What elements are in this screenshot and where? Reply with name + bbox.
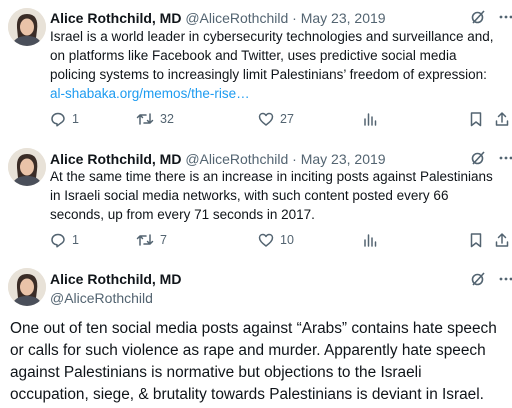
author-name[interactable]: Alice Rothchild, MD (50, 270, 181, 288)
reply-count: 1 (72, 112, 79, 126)
grok-icon[interactable] (470, 9, 486, 25)
bookmark-button[interactable] (468, 111, 484, 127)
tweet-text: At the same time there is an increase in… (50, 167, 493, 224)
separator-dot: · (292, 10, 297, 26)
reply-icon (50, 232, 66, 248)
like-count: 27 (280, 112, 294, 126)
author-handle[interactable]: @AliceRothchild (50, 289, 153, 307)
tweet-text-line: on platforms like Facebook and Twitter, … (50, 48, 457, 63)
author-name[interactable]: Alice Rothchild, MD (50, 10, 181, 26)
reply-button[interactable]: 1 (50, 111, 79, 127)
tweet-date[interactable]: May 23, 2019 (301, 151, 386, 167)
author-handle[interactable]: @AliceRothchild (185, 151, 288, 167)
reply-button[interactable]: 1 (50, 232, 79, 248)
grok-icon[interactable] (470, 150, 486, 166)
tweet-text-line: occupation, siege, & brutality towards P… (10, 386, 484, 403)
avatar[interactable] (8, 268, 46, 306)
like-icon (258, 232, 274, 248)
like-icon (258, 111, 274, 127)
tweet-text-line: against Palestinians is normative but ob… (10, 364, 422, 381)
author-name[interactable]: Alice Rothchild, MD (50, 151, 181, 167)
reply-count: 1 (72, 233, 79, 247)
bookmark-button[interactable] (468, 232, 484, 248)
more-icon[interactable] (498, 150, 512, 166)
like-count: 10 (280, 233, 294, 247)
grok-icon[interactable] (470, 271, 486, 287)
share-button[interactable] (494, 111, 510, 127)
bookmark-icon (468, 232, 484, 248)
author-handle[interactable]: @AliceRothchild (185, 10, 288, 26)
tweet-actions: 1 7 10 (50, 232, 512, 252)
retweet-count: 7 (160, 233, 167, 247)
tweet-date[interactable]: May 23, 2019 (301, 10, 386, 26)
tweet-header: Alice Rothchild, MD @AliceRothchild · Ma… (50, 150, 386, 168)
tweet-top-icons (470, 271, 512, 287)
retweet-icon (136, 232, 154, 248)
retweet-button[interactable]: 7 (136, 232, 167, 248)
bookmark-icon (468, 111, 484, 127)
reply-icon (50, 111, 66, 127)
tweet-text-line: One out of ten social media posts agains… (10, 320, 497, 337)
separator-dot: · (292, 151, 297, 167)
views-icon (362, 232, 378, 248)
tweet-text-line: Israel is a world leader in cybersecurit… (50, 29, 494, 44)
like-button[interactable]: 10 (258, 232, 294, 248)
tweet-text-line: policing systems to increasingly limit P… (50, 67, 487, 82)
share-icon (494, 232, 510, 248)
more-icon[interactable] (498, 9, 512, 25)
share-icon (494, 111, 510, 127)
like-button[interactable]: 27 (258, 111, 294, 127)
retweet-button[interactable]: 32 (136, 111, 174, 127)
views-button[interactable] (362, 232, 378, 248)
views-button[interactable] (362, 111, 378, 127)
retweet-icon (136, 111, 154, 127)
tweet-text-line: or calls for such violence as rape and m… (10, 342, 486, 359)
views-icon (362, 111, 378, 127)
tweet-top-icons (470, 9, 512, 25)
tweet-text-line: seconds, up from every 71 seconds in 201… (50, 207, 315, 222)
retweet-count: 32 (160, 112, 174, 126)
tweet-text-line: At the same time there is an increase in… (50, 169, 493, 184)
avatar[interactable] (8, 8, 46, 46)
more-icon[interactable] (498, 271, 512, 287)
tweet-text: One out of ten social media posts agains… (10, 318, 497, 406)
tweet-actions: 1 32 27 (50, 111, 512, 131)
tweet-text-line: in Israeli social media networks, with s… (50, 188, 449, 203)
avatar[interactable] (8, 148, 46, 186)
tweet-top-icons (470, 150, 512, 166)
tweet-text: Israel is a world leader in cybersecurit… (50, 27, 493, 103)
tweet-header: Alice Rothchild, MD @AliceRothchild · Ma… (50, 9, 386, 27)
tweet-link[interactable]: al-shabaka.org/memos/the-rise… (50, 84, 493, 103)
share-button[interactable] (494, 232, 510, 248)
